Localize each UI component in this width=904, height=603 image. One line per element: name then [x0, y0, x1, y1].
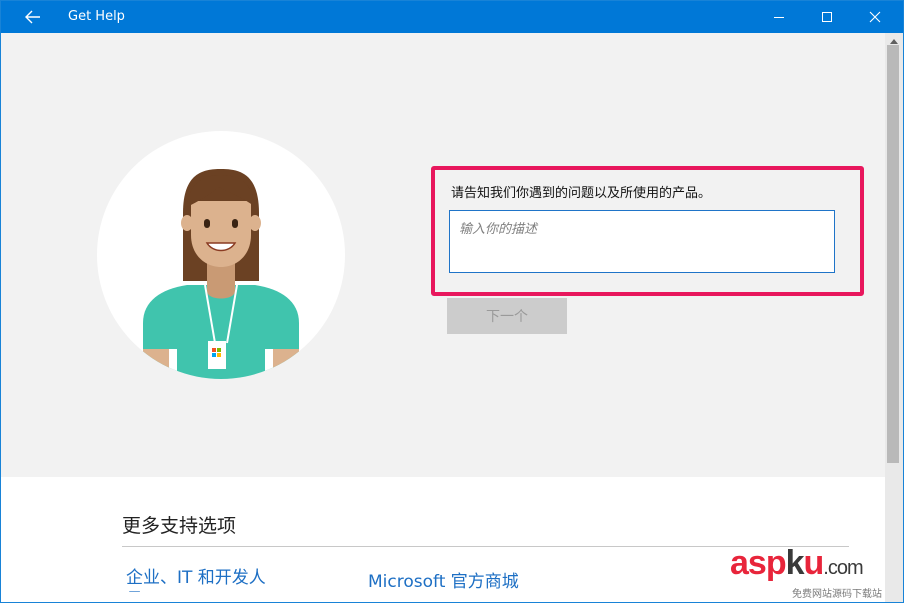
maximize-icon [822, 12, 832, 22]
back-button[interactable] [15, 1, 51, 33]
chevron-up-icon [890, 39, 898, 44]
describe-problem-panel: 请告知我们你遇到的问题以及所使用的产品。 [431, 166, 864, 296]
get-help-window: Get Help 请告知我们你遇到的问题以及所使用的产品。 输入你的描述 下一个… [0, 0, 904, 603]
close-icon [869, 11, 881, 23]
support-agent-illustration [143, 169, 299, 379]
watermark-logo: aspku.com [730, 544, 864, 582]
scroll-thumb[interactable] [887, 45, 899, 463]
watermark: aspku.com 免费网站源码下载站 [730, 544, 900, 600]
next-button[interactable]: 下一个 [447, 298, 567, 334]
minimize-icon [774, 17, 784, 18]
minimize-button[interactable] [756, 1, 802, 33]
description-input[interactable] [449, 210, 835, 273]
close-button[interactable] [852, 1, 898, 33]
back-arrow-icon [25, 10, 40, 24]
app-title: Get Help [68, 9, 125, 24]
link-microsoft-store[interactable]: Microsoft 官方商城 [368, 567, 519, 592]
hero-section: 请告知我们你遇到的问题以及所使用的产品。 下一个 [1, 33, 885, 477]
watermark-subtitle: 免费网站源码下载站 [792, 589, 882, 600]
link-enterprise-it-developers[interactable]: 企业、IT 和开发人员 [126, 567, 276, 592]
vertical-scrollbar[interactable] [885, 33, 903, 602]
avatar [97, 131, 345, 379]
maximize-button[interactable] [804, 1, 850, 33]
problem-prompt-label: 请告知我们你遇到的问题以及所使用的产品。 [451, 186, 712, 201]
title-bar: Get Help [1, 1, 903, 33]
more-support-heading: 更多支持选项 [122, 515, 237, 537]
